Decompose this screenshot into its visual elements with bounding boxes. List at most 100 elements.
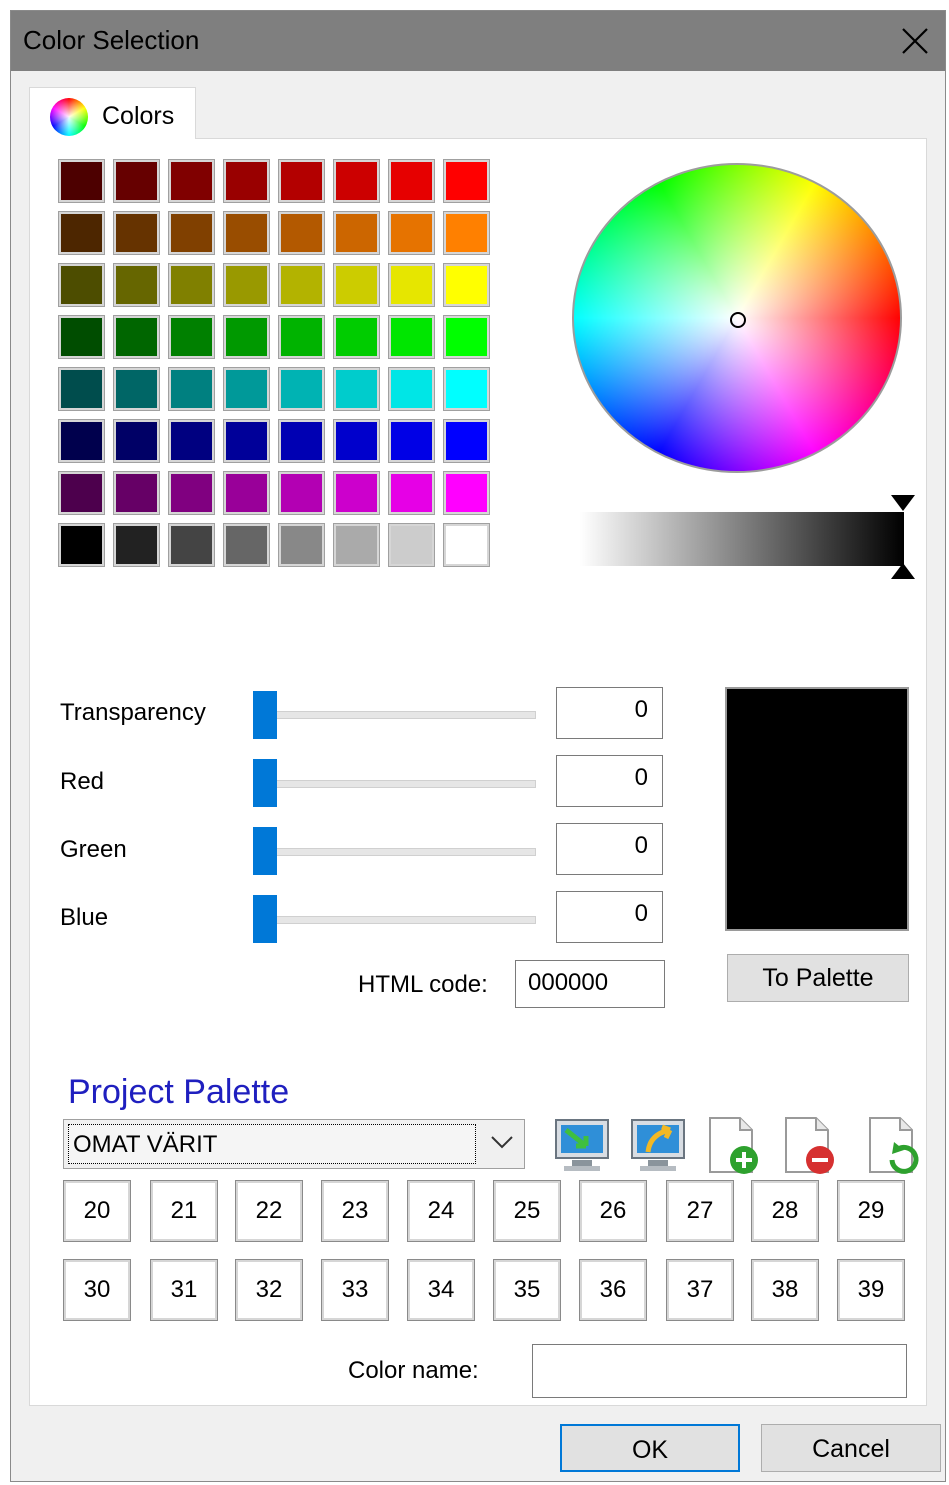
palette-cell[interactable]: 33 [321,1259,389,1321]
color-swatch[interactable] [113,367,160,411]
color-swatch[interactable] [443,159,490,203]
palette-cell[interactable]: 21 [150,1180,218,1242]
color-swatch[interactable] [388,471,435,515]
import-palette-icon[interactable] [552,1116,612,1176]
color-swatch[interactable] [223,211,270,255]
color-swatch[interactable] [168,315,215,359]
palette-cell[interactable]: 32 [235,1259,303,1321]
color-swatch[interactable] [388,263,435,307]
color-swatch[interactable] [388,367,435,411]
palette-cell[interactable]: 35 [493,1259,561,1321]
color-swatch[interactable] [113,471,160,515]
palette-cell[interactable]: 25 [493,1180,561,1242]
luminance-marker-top-icon[interactable] [891,495,915,511]
color-swatch[interactable] [388,315,435,359]
palette-cell[interactable]: 27 [666,1180,734,1242]
color-swatch[interactable] [278,419,325,463]
blue-slider-track[interactable] [254,916,536,924]
color-swatch[interactable] [113,211,160,255]
color-swatch[interactable] [278,367,325,411]
red-value[interactable]: 0 [556,755,663,807]
color-swatch[interactable] [168,419,215,463]
luminance-marker-bottom-icon[interactable] [891,563,915,579]
palette-cell[interactable]: 39 [837,1259,905,1321]
palette-cell[interactable]: 37 [666,1259,734,1321]
tab-colors[interactable]: Colors [29,87,196,139]
green-slider-track[interactable] [254,848,536,856]
color-swatch[interactable] [333,159,380,203]
palette-cell[interactable]: 29 [837,1180,905,1242]
ok-button[interactable]: OK [560,1424,740,1472]
color-swatch[interactable] [168,159,215,203]
palette-cell[interactable]: 34 [407,1259,475,1321]
color-swatch[interactable] [443,523,490,567]
color-swatch[interactable] [278,211,325,255]
color-swatch[interactable] [168,471,215,515]
color-swatch[interactable] [113,159,160,203]
refresh-palette-icon[interactable] [862,1116,922,1176]
color-swatch[interactable] [58,159,105,203]
color-swatch[interactable] [223,159,270,203]
remove-palette-icon[interactable] [778,1116,838,1176]
color-swatch[interactable] [113,315,160,359]
color-swatch[interactable] [278,159,325,203]
to-palette-button[interactable]: To Palette [727,954,909,1002]
transparency-slider-thumb[interactable] [253,691,277,739]
color-swatch[interactable] [388,159,435,203]
palette-cell[interactable]: 36 [579,1259,647,1321]
color-swatch[interactable] [58,211,105,255]
palette-cell[interactable]: 31 [150,1259,218,1321]
color-swatch[interactable] [58,471,105,515]
color-swatch[interactable] [223,367,270,411]
green-value[interactable]: 0 [556,823,663,875]
color-swatch[interactable] [223,315,270,359]
luminance-bar[interactable] [580,512,904,566]
color-swatch[interactable] [223,523,270,567]
palette-cell[interactable]: 26 [579,1180,647,1242]
color-swatch[interactable] [223,419,270,463]
title-bar[interactable]: Color Selection [11,11,945,71]
color-swatch[interactable] [388,523,435,567]
color-swatch[interactable] [333,367,380,411]
color-swatch[interactable] [443,315,490,359]
color-swatch[interactable] [333,211,380,255]
color-swatch[interactable] [58,263,105,307]
palette-cell[interactable]: 23 [321,1180,389,1242]
color-swatch[interactable] [278,523,325,567]
palette-cell[interactable]: 20 [63,1180,131,1242]
color-swatch[interactable] [333,471,380,515]
color-swatch[interactable] [168,367,215,411]
color-swatch[interactable] [278,263,325,307]
color-swatch[interactable] [58,523,105,567]
color-swatch[interactable] [223,471,270,515]
transparency-value[interactable]: 0 [556,687,663,739]
color-swatch[interactable] [278,471,325,515]
color-swatch[interactable] [168,211,215,255]
color-swatch[interactable] [443,263,490,307]
palette-cell[interactable]: 30 [63,1259,131,1321]
blue-value[interactable]: 0 [556,891,663,943]
color-swatch[interactable] [58,419,105,463]
color-swatch[interactable] [443,211,490,255]
color-swatch[interactable] [168,523,215,567]
blue-slider-thumb[interactable] [253,895,277,943]
color-swatch[interactable] [333,263,380,307]
export-palette-icon[interactable] [628,1116,688,1176]
palette-cell[interactable]: 24 [407,1180,475,1242]
green-slider-thumb[interactable] [253,827,277,875]
color-swatch[interactable] [113,263,160,307]
color-swatch[interactable] [443,419,490,463]
color-swatch[interactable] [443,367,490,411]
add-palette-icon[interactable] [702,1116,762,1176]
hue-saturation-wheel[interactable] [570,161,904,475]
color-swatch[interactable] [113,523,160,567]
palette-cell[interactable]: 28 [751,1180,819,1242]
transparency-slider-track[interactable] [254,711,536,719]
color-swatch[interactable] [278,315,325,359]
color-swatch[interactable] [333,419,380,463]
color-wheel[interactable] [570,161,904,475]
color-swatch[interactable] [443,471,490,515]
color-swatch[interactable] [58,315,105,359]
color-swatch[interactable] [388,211,435,255]
cancel-button[interactable]: Cancel [761,1424,941,1472]
